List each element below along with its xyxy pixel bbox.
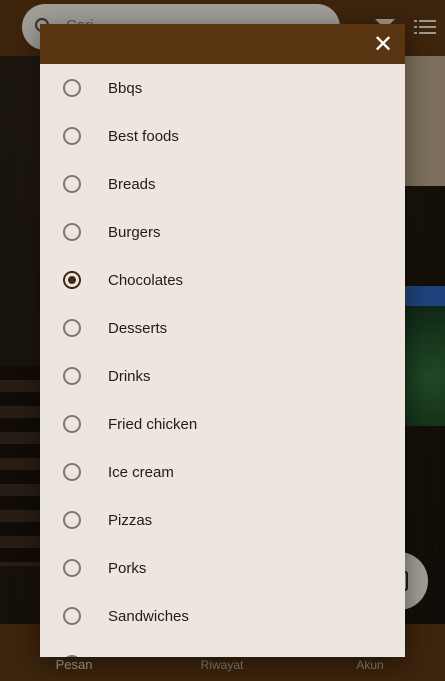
category-option[interactable]: Porks	[40, 544, 405, 592]
radio-unchecked[interactable]	[63, 511, 81, 529]
category-option[interactable]: Ice cream	[40, 448, 405, 496]
category-option[interactable]: Chocolates	[40, 256, 405, 304]
category-option[interactable]: Breads	[40, 160, 405, 208]
category-option[interactable]: Drinks	[40, 352, 405, 400]
category-option-label: Breads	[108, 176, 156, 193]
radio-unchecked[interactable]	[63, 319, 81, 337]
radio-unchecked[interactable]	[63, 175, 81, 193]
radio-unchecked[interactable]	[63, 463, 81, 481]
category-option-label: Drinks	[108, 368, 151, 385]
radio-unchecked[interactable]	[63, 559, 81, 577]
category-option-label: Fried chicken	[108, 416, 198, 433]
category-option-label: Bbqs	[108, 80, 143, 97]
radio-unchecked[interactable]	[63, 127, 81, 145]
dialog-header: ✕	[40, 24, 405, 64]
category-option[interactable]: Sandwiches	[40, 592, 405, 640]
category-option-label: Best foods	[108, 128, 179, 145]
category-options-list: Bbqs Best foods Breads Burgers Chocolates Des…	[40, 64, 405, 657]
category-option-label: Sandwiches	[108, 608, 189, 625]
radio-unchecked[interactable]	[63, 79, 81, 97]
category-option[interactable]: Pizzas	[40, 496, 405, 544]
category-option[interactable]: Burgers	[40, 208, 405, 256]
category-option[interactable]: Fried chicken	[40, 400, 405, 448]
radio-unchecked[interactable]	[63, 607, 81, 625]
category-option-label: Burgers	[108, 224, 161, 241]
radio-unchecked[interactable]	[63, 367, 81, 385]
category-option-label: Pizzas	[108, 512, 153, 529]
category-dialog: ✕ Bbqs Best foods Breads Burgers Chocolates D…	[40, 24, 405, 657]
radio-checked[interactable]	[63, 271, 81, 289]
category-option-label: Ice cream	[108, 464, 174, 481]
category-option-label: Porks	[108, 560, 147, 577]
category-option[interactable]: Bbqs	[40, 64, 405, 112]
close-icon[interactable]: ✕	[371, 32, 395, 56]
category-option-label: Chocolates	[108, 272, 184, 289]
category-option[interactable]: Best foods	[40, 112, 405, 160]
radio-unchecked[interactable]	[63, 655, 81, 657]
category-option[interactable]: Desserts	[40, 304, 405, 352]
category-option[interactable]	[40, 640, 405, 657]
category-option-label: Desserts	[108, 320, 168, 337]
radio-unchecked[interactable]	[63, 223, 81, 241]
radio-unchecked[interactable]	[63, 415, 81, 433]
